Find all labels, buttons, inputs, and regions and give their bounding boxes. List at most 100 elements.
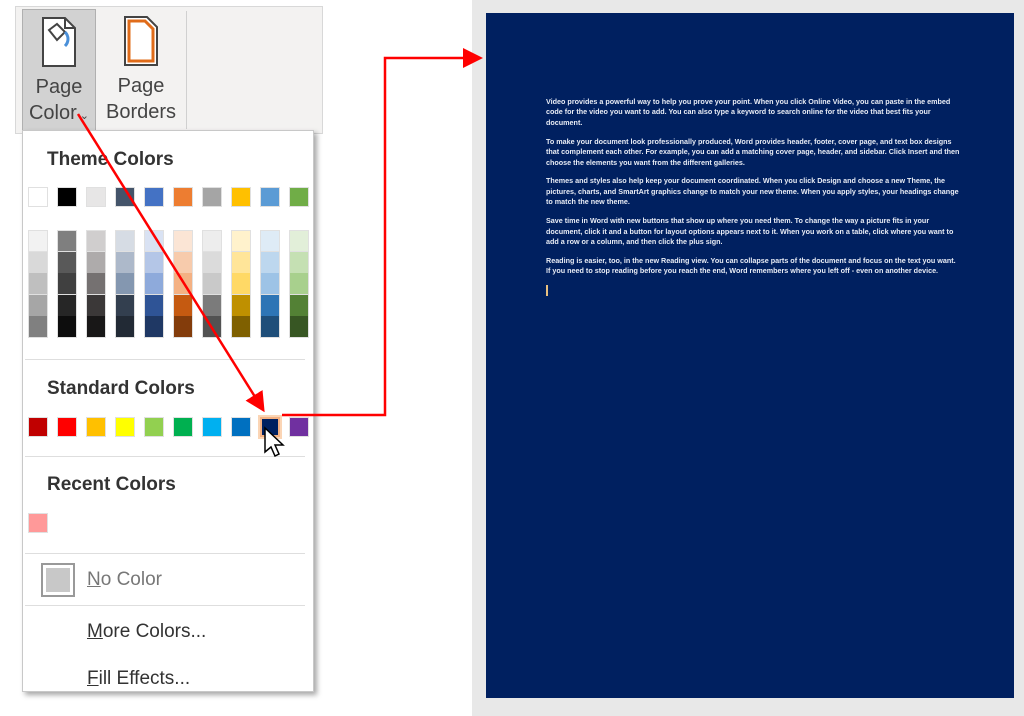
theme-shade-swatch[interactable]	[260, 251, 280, 274]
theme-shade-swatch[interactable]	[231, 273, 251, 296]
theme-shade-swatch[interactable]	[115, 294, 135, 317]
theme-colors-header: Theme Colors	[47, 149, 174, 170]
theme-shade-swatch[interactable]	[115, 316, 135, 339]
document-paragraph: To make your document look professionall…	[546, 136, 960, 167]
theme-shade-swatch[interactable]	[231, 294, 251, 317]
ribbon-separator	[186, 11, 187, 129]
theme-shade-swatch[interactable]	[57, 316, 77, 339]
theme-shade-swatch[interactable]	[28, 273, 48, 296]
standard-color-swatch-selected[interactable]	[260, 417, 280, 437]
theme-color-swatch[interactable]	[173, 187, 193, 207]
theme-shade-swatch[interactable]	[289, 230, 309, 252]
theme-shade-swatch[interactable]	[86, 316, 106, 339]
chevron-down-icon: ⌄	[76, 110, 90, 122]
theme-shade-swatch[interactable]	[202, 316, 222, 339]
theme-shade-swatch[interactable]	[202, 251, 222, 274]
theme-color-swatch[interactable]	[115, 187, 135, 207]
standard-color-swatch[interactable]	[86, 417, 106, 437]
standard-color-swatch[interactable]	[173, 417, 193, 437]
more-colors-label: M	[87, 621, 103, 642]
divider	[25, 456, 305, 457]
theme-shade-swatch[interactable]	[173, 294, 193, 317]
theme-color-swatch[interactable]	[28, 187, 48, 207]
theme-shade-swatch[interactable]	[86, 294, 106, 317]
document-paragraph: Video provides a powerful way to help yo…	[546, 97, 951, 127]
theme-color-swatch[interactable]	[289, 187, 309, 207]
theme-color-swatch[interactable]	[144, 187, 164, 207]
standard-colors-header: Standard Colors	[47, 378, 195, 399]
theme-shade-swatch[interactable]	[260, 230, 280, 252]
theme-shade-swatch[interactable]	[173, 316, 193, 339]
more-colors-label: ore Colors...	[102, 621, 207, 642]
theme-shade-swatch[interactable]	[289, 294, 309, 317]
page-borders-label: Page	[117, 75, 165, 97]
theme-color-swatch[interactable]	[231, 187, 251, 207]
theme-shade-swatch[interactable]	[28, 251, 48, 274]
standard-color-swatch[interactable]	[144, 417, 164, 437]
theme-shade-swatch[interactable]	[289, 316, 309, 339]
page-color-button[interactable]: Page Color ⌄	[22, 9, 96, 131]
page-borders-button[interactable]: Page Borders	[98, 9, 184, 131]
theme-shade-swatch[interactable]	[86, 230, 106, 252]
theme-shade-swatch[interactable]	[173, 273, 193, 296]
theme-shade-swatch[interactable]	[115, 251, 135, 274]
page-color-label: Page	[35, 76, 83, 98]
theme-shade-swatch[interactable]	[57, 273, 77, 296]
theme-shade-swatch[interactable]	[173, 230, 193, 252]
theme-shade-swatch[interactable]	[144, 316, 164, 339]
no-color-swatch-icon	[41, 563, 75, 597]
theme-shade-swatch[interactable]	[115, 230, 135, 252]
theme-shade-swatch[interactable]	[144, 230, 164, 252]
theme-shade-swatch[interactable]	[202, 294, 222, 317]
page-borders-label: Borders	[105, 101, 177, 123]
no-color-label: N	[87, 569, 101, 590]
theme-color-swatch[interactable]	[202, 187, 222, 207]
document-body[interactable]: Video provides a powerful way to help yo…	[546, 97, 960, 297]
theme-shade-swatch[interactable]	[28, 316, 48, 339]
theme-shade-swatch[interactable]	[115, 273, 135, 296]
theme-shade-swatch[interactable]	[260, 273, 280, 296]
ribbon: Page Color ⌄ Page Borders	[15, 6, 323, 134]
document-paragraph: Reading is easier, too, in the new Readi…	[546, 255, 956, 276]
theme-shade-swatch[interactable]	[202, 230, 222, 252]
document-page[interactable]: Video provides a powerful way to help yo…	[486, 13, 1014, 698]
theme-shade-swatch[interactable]	[57, 230, 77, 252]
theme-shade-swatch[interactable]	[289, 251, 309, 274]
fill-effects-label: ill Effects...	[98, 668, 191, 689]
theme-shade-swatch[interactable]	[173, 251, 193, 274]
theme-shade-swatch[interactable]	[260, 316, 280, 339]
divider	[25, 605, 305, 606]
theme-shade-swatch[interactable]	[28, 294, 48, 317]
theme-shade-swatch[interactable]	[231, 230, 251, 252]
theme-shade-swatch[interactable]	[231, 251, 251, 274]
recent-color-swatch[interactable]	[28, 513, 48, 533]
theme-shade-swatch[interactable]	[28, 230, 48, 252]
fill-effects-item[interactable]: Fill Effects...	[87, 668, 190, 690]
theme-shade-swatch[interactable]	[144, 251, 164, 274]
standard-color-swatch[interactable]	[28, 417, 48, 437]
theme-shade-swatch[interactable]	[144, 294, 164, 317]
more-colors-item[interactable]: More Colors...	[87, 621, 206, 643]
theme-color-swatch[interactable]	[86, 187, 106, 207]
standard-color-swatch[interactable]	[289, 417, 309, 437]
theme-shade-swatch[interactable]	[260, 294, 280, 317]
theme-color-swatch[interactable]	[57, 187, 77, 207]
theme-shade-swatch[interactable]	[202, 273, 222, 296]
standard-color-swatch[interactable]	[57, 417, 77, 437]
no-color-label: o Color	[100, 569, 162, 590]
theme-shade-swatch[interactable]	[86, 273, 106, 296]
theme-shade-swatch[interactable]	[57, 251, 77, 274]
theme-shade-swatch[interactable]	[144, 273, 164, 296]
theme-shade-swatch[interactable]	[289, 273, 309, 296]
page-color-label: Color	[28, 102, 77, 124]
no-color-item[interactable]: No Color	[23, 555, 307, 605]
document-paragraph: Save time in Word with new buttons that …	[546, 216, 954, 246]
standard-color-swatch[interactable]	[231, 417, 251, 437]
theme-color-swatch[interactable]	[260, 187, 280, 207]
standard-color-swatch[interactable]	[115, 417, 135, 437]
standard-color-swatch[interactable]	[202, 417, 222, 437]
theme-shade-swatch[interactable]	[57, 294, 77, 317]
fill-effects-label: F	[87, 668, 99, 689]
theme-shade-swatch[interactable]	[231, 316, 251, 339]
theme-shade-swatch[interactable]	[86, 251, 106, 274]
